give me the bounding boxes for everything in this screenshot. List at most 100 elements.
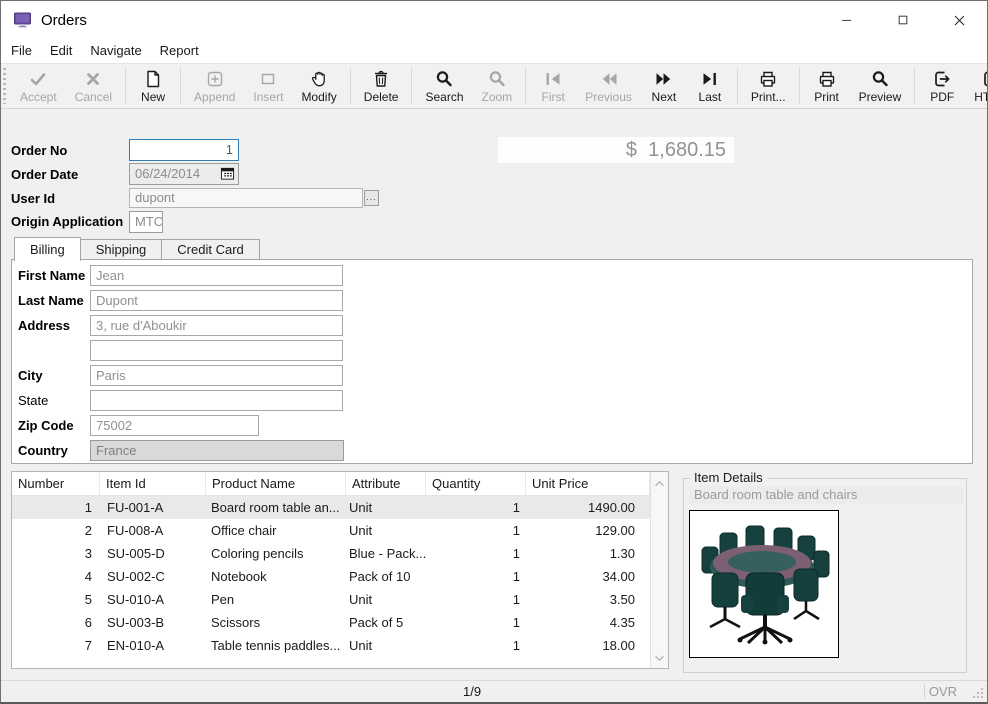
last-icon xyxy=(700,69,720,89)
country-input[interactable]: France xyxy=(90,440,344,461)
column-header-number[interactable]: Number xyxy=(12,472,100,495)
toolbar-button-delete[interactable]: Delete xyxy=(355,64,408,108)
field-label-address: Address xyxy=(18,318,90,333)
table-row[interactable]: 1 FU-001-A Board room table an... Unit 1… xyxy=(12,496,668,519)
column-header-product-name[interactable]: Product Name xyxy=(206,472,346,495)
toolbar-buttons: Accept Cancel New Append Insert Modify D… xyxy=(11,64,988,108)
order-no-input[interactable]: 1 xyxy=(129,139,239,161)
toolbar-separator xyxy=(525,68,526,104)
zip-code-input[interactable]: 75002 xyxy=(90,415,259,436)
billing-field-row: Country France xyxy=(12,440,972,461)
toolbar-button-print[interactable]: Print... xyxy=(742,64,795,108)
menu-bar: FileEditNavigateReport xyxy=(1,39,987,63)
menu-navigate[interactable]: Navigate xyxy=(81,39,150,63)
table-row[interactable]: 3 SU-005-D Coloring pencils Blue - Pack.… xyxy=(12,542,668,565)
cell-quantity: 1 xyxy=(426,588,526,611)
last-name-input[interactable]: Dupont xyxy=(90,290,343,311)
scroll-down-icon[interactable] xyxy=(654,650,665,665)
table-row[interactable]: 7 EN-010-A Table tennis paddles... Unit … xyxy=(12,634,668,657)
cell-product-name: Table tennis paddles... xyxy=(206,634,346,657)
table-row[interactable]: 4 SU-002-C Notebook Pack of 10 1 34.00 xyxy=(12,565,668,588)
billing-field-row: Address 3, rue d'Aboukir xyxy=(12,315,972,336)
cell-attribute: Unit xyxy=(346,588,426,611)
toolbar-button-last[interactable]: Last xyxy=(687,64,733,108)
order-date-input[interactable]: 06/24/2014 xyxy=(129,163,239,185)
tab-billing[interactable]: Billing xyxy=(14,237,81,261)
cell-number: 2 xyxy=(12,519,100,542)
origin-application-label: Origin Application xyxy=(11,214,123,229)
first-name-input[interactable]: Jean xyxy=(90,265,343,286)
tab-credit-card[interactable]: Credit Card xyxy=(161,239,259,260)
window-controls xyxy=(819,1,987,39)
origin-application-input[interactable]: MTC xyxy=(129,211,163,233)
item-details-group: Item Details Board room table and chairs xyxy=(683,478,967,673)
cell-item-id: SU-005-D xyxy=(100,542,206,565)
toolbar-separator xyxy=(799,68,800,104)
menu-report[interactable]: Report xyxy=(151,39,208,63)
maximize-button[interactable] xyxy=(875,1,931,39)
table-row[interactable]: 2 FU-008-A Office chair Unit 1 129.00 xyxy=(12,519,668,542)
cell-quantity: 1 xyxy=(426,519,526,542)
export-icon xyxy=(932,69,952,89)
minimize-button[interactable] xyxy=(819,1,875,39)
table-row[interactable]: 5 SU-010-A Pen Unit 1 3.50 xyxy=(12,588,668,611)
column-header-attribute[interactable]: Attribute xyxy=(346,472,426,495)
calendar-icon[interactable] xyxy=(220,166,236,182)
billing-field-row: State xyxy=(12,390,972,411)
toolbar-button-modify[interactable]: Modify xyxy=(292,64,345,108)
item-details-title: Item Details xyxy=(690,470,767,485)
tab-shipping[interactable]: Shipping xyxy=(80,239,163,260)
toolbar-button-search[interactable]: Search xyxy=(416,64,472,108)
toolbar-button-print[interactable]: Print xyxy=(804,64,850,108)
cell-number: 7 xyxy=(12,634,100,657)
x-mark-icon xyxy=(83,69,103,89)
address-line-2-input[interactable] xyxy=(90,340,343,361)
toolbar-button-new[interactable]: New xyxy=(130,64,176,108)
cell-number: 4 xyxy=(12,565,100,588)
close-button[interactable] xyxy=(931,1,987,39)
item-details-product-name: Board room table and chairs xyxy=(689,486,963,504)
order-date-label: Order Date xyxy=(11,167,78,182)
resize-grip-icon[interactable] xyxy=(973,688,984,699)
address-input[interactable]: 3, rue d'Aboukir xyxy=(90,315,343,336)
field-label-state: State xyxy=(18,393,90,408)
append-plus-icon xyxy=(205,69,225,89)
magnifier-icon xyxy=(434,69,454,89)
scroll-up-icon[interactable] xyxy=(654,475,665,490)
window-title: Orders xyxy=(41,12,87,29)
cell-attribute: Unit xyxy=(346,496,426,519)
vertical-scrollbar[interactable] xyxy=(650,472,668,668)
toolbar-separator xyxy=(180,68,181,104)
toolbar-button-html[interactable]: HTML xyxy=(965,64,988,108)
status-bar: 1/9 OVR xyxy=(1,680,987,702)
tab-strip: BillingShippingCredit Card xyxy=(15,237,260,260)
cell-quantity: 1 xyxy=(426,496,526,519)
cell-number: 5 xyxy=(12,588,100,611)
record-position: 1/9 xyxy=(463,681,481,702)
table-row[interactable]: 6 SU-003-B Scissors Pack of 5 1 4.35 xyxy=(12,611,668,634)
cell-unit-price: 1.30 xyxy=(526,542,650,565)
cell-item-id: SU-010-A xyxy=(100,588,206,611)
menu-file[interactable]: File xyxy=(2,39,41,63)
export-icon xyxy=(981,69,988,89)
column-header-item-id[interactable]: Item Id xyxy=(100,472,206,495)
toolbar-grip-icon[interactable] xyxy=(3,68,6,104)
toolbar-button-insert: Insert xyxy=(244,64,292,108)
toolbar-separator xyxy=(411,68,412,104)
field-label-first-name: First Name xyxy=(18,268,90,283)
toolbar-button-pdf[interactable]: PDF xyxy=(919,64,965,108)
user-id-input[interactable]: dupont xyxy=(129,188,363,208)
user-id-browse-button[interactable]: ... xyxy=(364,190,379,206)
menu-edit[interactable]: Edit xyxy=(41,39,81,63)
city-input[interactable]: Paris xyxy=(90,365,343,386)
column-header-unit-price[interactable]: Unit Price xyxy=(526,472,650,495)
cell-unit-price: 4.35 xyxy=(526,611,650,634)
toolbar-button-next[interactable]: Next xyxy=(641,64,687,108)
column-header-quantity[interactable]: Quantity xyxy=(426,472,526,495)
state-input[interactable] xyxy=(90,390,343,411)
cell-quantity: 1 xyxy=(426,565,526,588)
toolbar-button-preview[interactable]: Preview xyxy=(850,64,911,108)
user-id-label: User Id xyxy=(11,191,55,206)
order-no-label: Order No xyxy=(11,143,67,158)
toolbar-separator xyxy=(350,68,351,104)
